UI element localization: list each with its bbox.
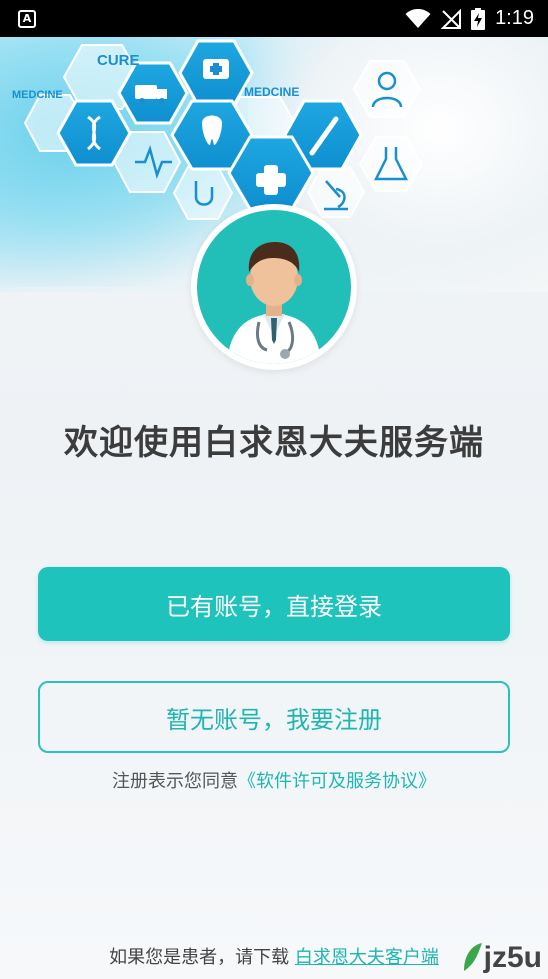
doctor-avatar-icon: [227, 242, 321, 364]
footer-prefix: 如果您是患者，请下载: [109, 947, 290, 968]
app-notification-icon: A: [18, 9, 36, 28]
agreement-prefix: 注册表示您同意: [112, 771, 238, 792]
leaf-logo-icon: [463, 943, 482, 971]
clock: 1:19: [495, 7, 534, 29]
medcine-label-2: MEDCINE: [244, 85, 299, 99]
no-signal-icon: [441, 8, 462, 29]
battery-charging-icon: [471, 7, 486, 30]
cure-label: CURE: [97, 52, 140, 69]
medcine-label: MEDCINE: [12, 89, 63, 101]
watermark-logo: jz5u: [462, 941, 542, 975]
welcome-title: 欢迎使用白求恩大夫服务端: [64, 423, 484, 463]
status-bar: A 1:19: [0, 0, 548, 37]
register-button[interactable]: 暂无账号，我要注册: [38, 681, 510, 753]
doctor-avatar: [191, 204, 357, 370]
login-button[interactable]: 已有账号，直接登录: [38, 567, 510, 641]
agreement-text: 注册表示您同意《软件许可及服务协议》: [0, 767, 548, 793]
license-agreement-link[interactable]: 《软件许可及服务协议》: [238, 771, 436, 792]
first-aid-kit-icon: [203, 59, 229, 79]
wifi-icon: [405, 8, 431, 28]
client-app-download-link[interactable]: 白求恩大夫客户端: [295, 947, 439, 968]
